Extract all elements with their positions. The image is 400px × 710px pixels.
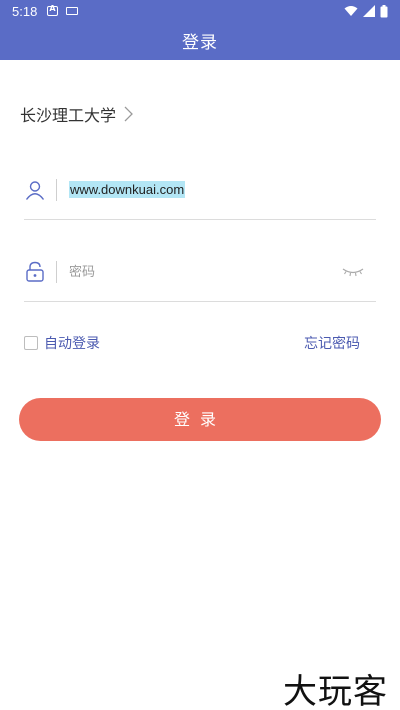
- username-input[interactable]: www.downkuai.com: [69, 181, 186, 198]
- wifi-icon: [344, 6, 358, 16]
- forgot-password-link[interactable]: 忘记密码: [304, 333, 360, 353]
- signal-icon: [363, 5, 375, 17]
- user-icon: [24, 179, 46, 201]
- status-right-icons: [344, 4, 388, 18]
- password-field: [24, 242, 376, 302]
- login-button[interactable]: 登录: [19, 398, 381, 441]
- battery-icon: [380, 4, 388, 17]
- watermark: 大玩客: [283, 672, 388, 710]
- password-input[interactable]: [69, 264, 329, 279]
- page-title: 登录: [182, 33, 218, 53]
- notification-a-icon: [47, 4, 59, 16]
- top-app-bar: 5:18 登录: [0, 0, 400, 60]
- auto-login-checkbox[interactable]: [24, 336, 38, 350]
- school-selector[interactable]: 长沙理工大学: [20, 102, 133, 126]
- field-separator: [56, 260, 57, 283]
- username-field: www.downkuai.com: [24, 160, 376, 220]
- eye-closed-icon[interactable]: [342, 262, 364, 281]
- school-name: 长沙理工大学: [20, 106, 117, 125]
- auto-login-label[interactable]: 自动登录: [44, 333, 100, 353]
- chevron-right-icon: [124, 106, 133, 122]
- keyboard-icon: [66, 7, 79, 15]
- field-separator: [56, 178, 57, 201]
- lock-icon: [24, 261, 46, 283]
- status-time: 5:18: [12, 3, 38, 19]
- login-options: 自动登录 忘记密码: [24, 332, 360, 354]
- status-bar: 5:18: [0, 0, 400, 22]
